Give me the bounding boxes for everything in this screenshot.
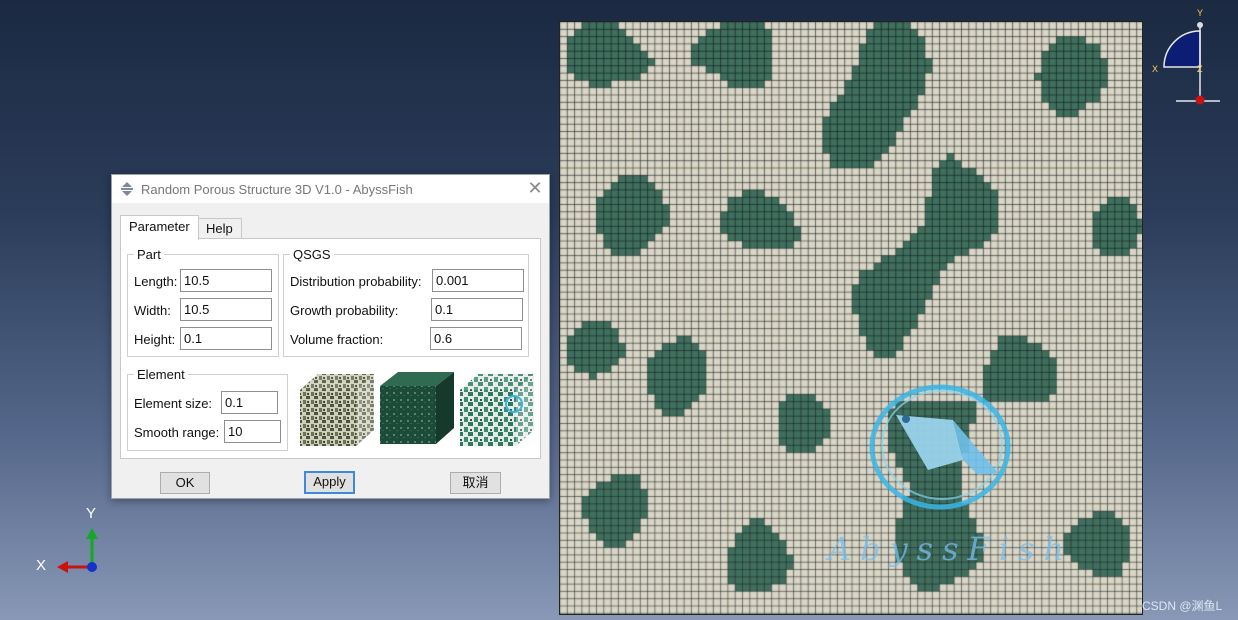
preview-cube-green-image xyxy=(380,372,454,444)
part-legend: Part xyxy=(137,247,161,262)
element-size-label: Element size: xyxy=(134,396,213,411)
volume-fraction-input[interactable] xyxy=(430,327,522,350)
view-cube-y-label: Y xyxy=(1197,8,1204,18)
credit-text: CSDN @渊鱼L xyxy=(1142,599,1223,613)
length-input[interactable] xyxy=(180,269,272,292)
preview-cube-mixed-image xyxy=(460,374,534,446)
growth-probability-input[interactable] xyxy=(431,298,523,321)
length-label: Length: xyxy=(134,274,178,289)
triad-x-label: X xyxy=(36,557,47,574)
tab-help[interactable]: Help xyxy=(197,218,242,239)
apply-button[interactable]: Apply xyxy=(304,471,355,494)
triad-y-label: Y xyxy=(86,505,97,522)
distribution-probability-label: Distribution probability: xyxy=(290,274,422,289)
growth-probability-label: Growth probability: xyxy=(290,303,399,318)
plugin-dialog[interactable]: Random Porous Structure 3D V1.0 - AbyssF… xyxy=(111,174,550,499)
dialog-titlebar[interactable]: Random Porous Structure 3D V1.0 - AbyssF… xyxy=(112,175,549,203)
view-cube-icon[interactable] xyxy=(1150,5,1230,105)
height-label: Height: xyxy=(134,332,176,347)
ok-button[interactable]: OK xyxy=(160,472,210,494)
porous-mesh-plot xyxy=(560,22,1142,614)
width-input[interactable] xyxy=(180,298,272,321)
width-label: Width: xyxy=(134,303,171,318)
abaqus-plugin-icon xyxy=(121,182,133,196)
view-cube-x-label: X xyxy=(1152,64,1159,74)
distribution-probability-input[interactable] xyxy=(432,269,524,292)
qsgs-legend: QSGS xyxy=(293,247,331,262)
close-icon[interactable]: ✕ xyxy=(525,178,545,198)
volume-fraction-label: Volume fraction: xyxy=(290,332,384,347)
height-input[interactable] xyxy=(180,327,272,350)
element-size-input[interactable] xyxy=(221,391,278,414)
smooth-range-label: Smooth range: xyxy=(134,425,220,440)
element-legend: Element xyxy=(137,367,185,382)
cancel-button[interactable]: 取消 xyxy=(450,472,501,494)
view-cube-z-label: Z xyxy=(1197,64,1203,74)
dialog-title: Random Porous Structure 3D V1.0 - AbyssF… xyxy=(141,182,413,197)
watermark-text: AbyssFish xyxy=(828,530,1073,568)
smooth-range-input[interactable] xyxy=(224,420,281,443)
parameter-panel: Part Length: Width: Height: QSGS Distrib… xyxy=(120,238,541,459)
axis-triad-icon xyxy=(57,528,98,573)
mesh-viewport[interactable] xyxy=(559,21,1143,615)
tab-parameter[interactable]: Parameter xyxy=(120,215,199,240)
preview-cube-porous-image xyxy=(300,374,374,446)
